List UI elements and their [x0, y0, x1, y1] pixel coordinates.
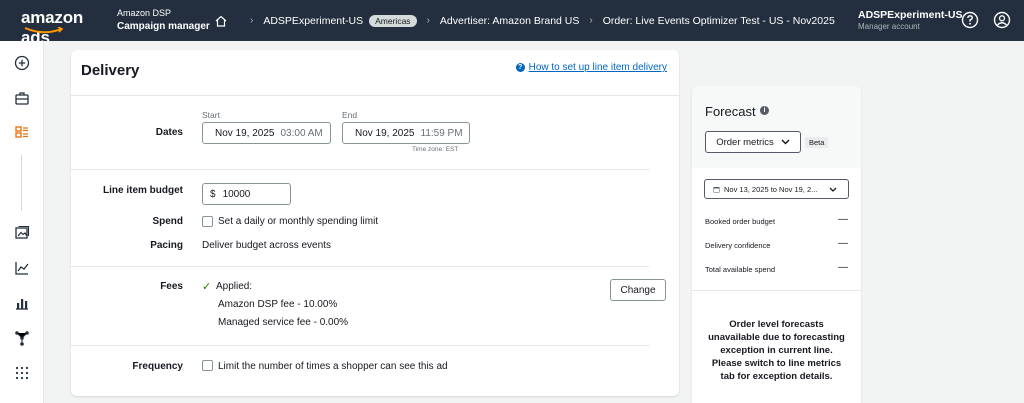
- delivery-card: Delivery ? How to set up line item deliv…: [71, 50, 679, 396]
- end-date: Nov 19, 2025: [355, 127, 415, 139]
- booked-order-budget-label: Booked order budget: [705, 217, 776, 226]
- audience-network-icon[interactable]: [14, 330, 30, 346]
- apps-grid-icon[interactable]: [14, 365, 30, 381]
- forecast-title: Forecast: [705, 104, 756, 119]
- dsp-fee: Amazon DSP fee - 10.00%: [218, 299, 338, 310]
- currency-symbol: $: [210, 188, 216, 200]
- beta-badge: Beta: [805, 137, 829, 148]
- managed-service-fee: Managed service fee - 0.00%: [218, 317, 349, 328]
- briefcase-icon[interactable]: [14, 90, 30, 106]
- chevron-right-icon: ›: [589, 15, 593, 26]
- delivery-title: Delivery: [81, 62, 140, 79]
- info-icon: ?: [515, 63, 525, 72]
- chevron-down-icon: [781, 139, 790, 145]
- pacing-label: Pacing: [150, 240, 183, 251]
- user-profile-icon[interactable]: [993, 11, 1011, 29]
- dates-label: Dates: [155, 127, 183, 138]
- frequency-label: Frequency: [132, 361, 183, 372]
- spend-limit-checkbox[interactable]: [202, 216, 213, 227]
- budget-input[interactable]: $ 10000: [202, 183, 291, 205]
- start-time: 03:00 AM: [280, 127, 323, 139]
- info-icon[interactable]: i: [760, 106, 769, 115]
- divider: [692, 290, 861, 291]
- account-switcher[interactable]: ADSPExperiment-US Manager account: [858, 9, 962, 33]
- date-range-dropdown[interactable]: Nov 13, 2025 to Nov 19, 2...: [704, 179, 849, 199]
- delivery-confidence-label: Delivery confidence: [705, 241, 771, 250]
- frequency-cap-option[interactable]: Limit the number of times a shopper can …: [218, 361, 448, 372]
- booked-order-budget-value: —: [838, 214, 848, 225]
- create-plus-icon[interactable]: [14, 55, 30, 71]
- home-icon[interactable]: [214, 14, 228, 28]
- end-date-field[interactable]: Nov 19, 2025 11:59 PM: [342, 122, 470, 144]
- amazon-ads-logo[interactable]: amazon ads: [0, 0, 112, 47]
- delivery-confidence-value: —: [838, 238, 848, 249]
- forecast-unavailable-message: Order level forecasts unavailable due to…: [708, 319, 845, 382]
- check-icon: ✓: [202, 281, 212, 293]
- top-nav-bar: amazon ads Amazon DSP Campaign manager ›…: [0, 0, 1024, 47]
- spend-label: Spend: [152, 216, 183, 227]
- rail-divider: [21, 155, 22, 211]
- region-badge: Americas: [369, 14, 417, 27]
- end-time: 11:59 PM: [420, 127, 463, 139]
- delivery-help-link[interactable]: ? How to set up line item delivery: [515, 62, 667, 73]
- budget-value: 10000: [222, 188, 251, 200]
- divider: [71, 345, 649, 346]
- divider: [71, 95, 679, 96]
- forecast-header: Forecast i Order metrics Beta: [692, 86, 861, 168]
- fees-label: Fees: [160, 281, 183, 292]
- chevron-right-icon: ›: [250, 15, 254, 26]
- spend-limit-option[interactable]: Set a daily or monthly spending limit: [218, 216, 378, 227]
- change-fees-button[interactable]: Change: [610, 279, 666, 301]
- help-icon[interactable]: [961, 11, 979, 29]
- budget-label: Line item budget: [103, 185, 183, 196]
- breadcrumb-advertiser[interactable]: Advertiser: Amazon Brand US: [440, 15, 579, 27]
- total-available-spend-value: —: [838, 262, 848, 273]
- order-metrics-dropdown[interactable]: Order metrics: [705, 131, 801, 153]
- account-role: Manager account: [858, 22, 920, 31]
- pacing-value: Deliver budget across events: [202, 240, 331, 251]
- chevron-right-icon: ›: [426, 15, 430, 26]
- line-chart-icon[interactable]: [14, 260, 30, 276]
- calendar-icon: [713, 186, 720, 192]
- product-name: Amazon DSP Campaign manager: [117, 8, 210, 32]
- start-label: Start: [202, 110, 220, 120]
- breadcrumb-account[interactable]: ADSPExperiment-US: [263, 15, 363, 27]
- breadcrumb-order[interactable]: Order: Live Events Optimizer Test - US -…: [603, 15, 835, 27]
- fees-status: Applied:: [216, 281, 253, 292]
- creatives-image-icon[interactable]: [14, 225, 30, 241]
- divider: [71, 169, 649, 170]
- bar-chart-icon[interactable]: [14, 295, 30, 311]
- timezone-label: Time zone: EST: [412, 146, 459, 153]
- left-nav-rail: [0, 41, 44, 403]
- campaigns-icon[interactable]: [14, 124, 30, 140]
- chevron-down-icon: [829, 187, 837, 192]
- forecast-panel: Forecast i Order metrics Beta Nov 13, 20…: [692, 86, 861, 403]
- total-available-spend-label: Total available spend: [705, 265, 776, 274]
- frequency-cap-checkbox[interactable]: [202, 360, 213, 371]
- end-label: End: [342, 110, 358, 120]
- start-date-field[interactable]: Nov 19, 2025 03:00 AM: [202, 122, 331, 144]
- divider: [71, 266, 649, 267]
- account-name: ADSPExperiment-US: [858, 9, 963, 21]
- start-date: Nov 19, 2025: [215, 127, 275, 139]
- breadcrumb: › ADSPExperiment-US Americas › Advertise…: [214, 0, 835, 41]
- smile-arrow-icon: [24, 27, 64, 34]
